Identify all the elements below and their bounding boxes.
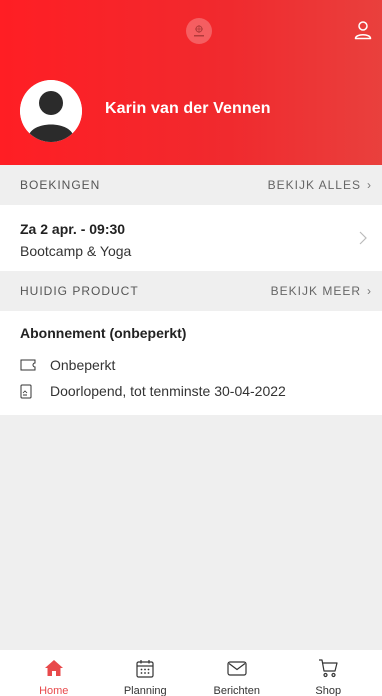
tab-berichten[interactable]: Berichten [197,650,277,696]
product-section-title: HUIDIG PRODUCT [20,284,139,298]
bookings-section-header: BOEKINGEN BEKIJK ALLES › [0,165,382,205]
tab-home[interactable]: Home [14,650,94,696]
view-more-label: BEKIJK MEER [270,284,361,298]
booking-item[interactable]: Za 2 apr. - 09:30 Bootcamp & Yoga [0,206,382,272]
brand-logo-icon [186,18,212,44]
chevron-right-icon [359,231,367,245]
tab-label: Home [39,685,69,696]
user-name: Karin van der Vennen [105,100,271,117]
document-icon [20,383,36,399]
tab-label: Planning [123,685,167,696]
home-icon [44,657,64,679]
empty-content-area [0,415,382,650]
product-title: Abonnement (onbeperkt) [20,325,187,341]
product-line-text: Doorlopend, tot tenminste 30-04-2022 [50,383,286,399]
tab-shop[interactable]: Shop [288,650,368,696]
ticket-icon [20,357,36,373]
chevron-right-icon: › [367,178,372,192]
view-more-product-link[interactable]: BEKIJK MEER › [271,284,372,298]
mail-icon [227,657,247,679]
product-line: Onbeperkt [20,357,362,373]
tab-label: Berichten [213,685,260,696]
product-section-header: HUIDIG PRODUCT BEKIJK MEER › [0,271,382,311]
view-all-label: BEKIJK ALLES [267,178,361,192]
bottom-tab-bar: Home Planning Berichten Shop [0,650,382,696]
calendar-icon [136,657,154,679]
booking-activity: Bootcamp & Yoga [20,243,132,259]
tab-planning[interactable]: Planning [105,650,185,696]
booking-date: Za 2 apr. - 09:30 [20,221,126,237]
chevron-right-icon: › [367,284,372,298]
tab-label: Shop [315,685,342,696]
product-line: Doorlopend, tot tenminste 30-04-2022 [20,383,362,399]
cart-icon [318,657,338,679]
profile-header: Karin van der Vennen [0,0,382,165]
bookings-title: BOEKINGEN [20,178,101,192]
product-line-text: Onbeperkt [50,357,116,373]
current-product: Abonnement (onbeperkt) Onbeperkt Doorlop… [0,311,382,415]
view-all-bookings-link[interactable]: BEKIJK ALLES › [268,178,372,192]
user-account-icon[interactable] [354,20,372,40]
avatar[interactable] [20,80,82,142]
